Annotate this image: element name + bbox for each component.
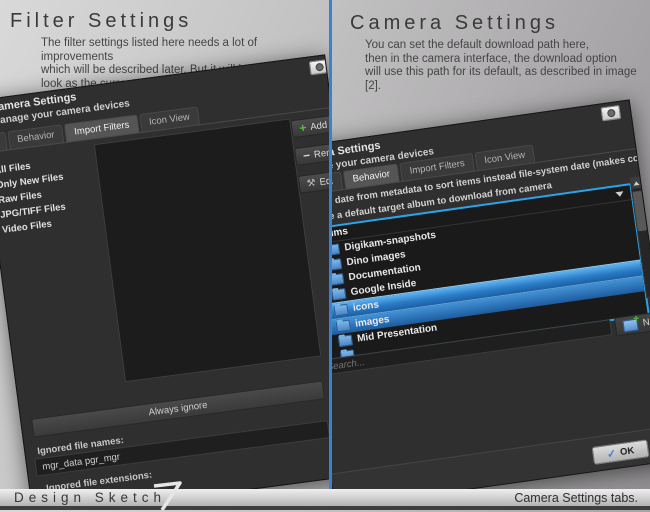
page-title: Camera Settings xyxy=(350,12,559,35)
edit-button-label: Edit xyxy=(319,175,329,188)
folder-icon xyxy=(332,273,345,286)
footer-left-label: Design Sketch xyxy=(14,490,166,505)
divider-line xyxy=(329,0,332,489)
filter-preview-area xyxy=(94,118,322,382)
new-album-label: New Album xyxy=(642,311,650,329)
add-button-label: Add xyxy=(310,119,328,132)
footer-dark-strip xyxy=(0,506,650,510)
footer-bar: Design Sketch Camera Settings tabs. xyxy=(0,489,650,506)
check-icon: ✓ xyxy=(606,446,617,460)
folder-icon xyxy=(336,320,351,333)
right-panel: Camera Settings You can set the default … xyxy=(332,0,650,489)
wrench-icon: ⚒ xyxy=(306,177,316,189)
page-background: { "divider_color": "#3e7fd2", "left": { … xyxy=(0,0,650,510)
panel-description: You can set the default download path he… xyxy=(365,39,650,93)
new-folder-icon xyxy=(622,318,639,332)
tab-devices[interactable]: Devices xyxy=(0,132,8,158)
camera-settings-mockup-window: Camera Settings Manage your camera devic… xyxy=(332,99,650,489)
tab-import-filters[interactable]: Import Filters xyxy=(64,114,139,142)
ok-button-label: OK xyxy=(619,445,635,458)
folder-icon xyxy=(332,288,347,301)
camera-icon xyxy=(600,105,621,122)
filter-type-list: All Files Only New Files Raw Files JPG/T… xyxy=(0,155,70,238)
folder-icon xyxy=(338,334,353,347)
remove-button-label: Remove xyxy=(313,145,329,161)
filter-settings-mockup-window: Camera Settings Manage your camera devic… xyxy=(0,54,329,489)
album-label: icons xyxy=(352,299,379,314)
footer-right-label: Camera Settings tabs. xyxy=(514,491,638,505)
plus-icon: + xyxy=(299,122,307,133)
page-title: Filter Settings xyxy=(10,10,192,33)
add-button[interactable]: + Add xyxy=(290,109,329,138)
remove-button[interactable]: − Remove xyxy=(294,137,329,166)
folder-icon xyxy=(332,243,340,256)
edit-button[interactable]: ⚒ Edit xyxy=(298,165,329,194)
folder-icon xyxy=(332,258,342,271)
left-panel: Filter Settings The filter settings list… xyxy=(0,0,329,489)
camera-icon xyxy=(309,59,329,75)
folder-icon xyxy=(333,304,348,317)
minus-icon: − xyxy=(302,150,310,161)
scroll-up-icon[interactable] xyxy=(631,177,641,189)
